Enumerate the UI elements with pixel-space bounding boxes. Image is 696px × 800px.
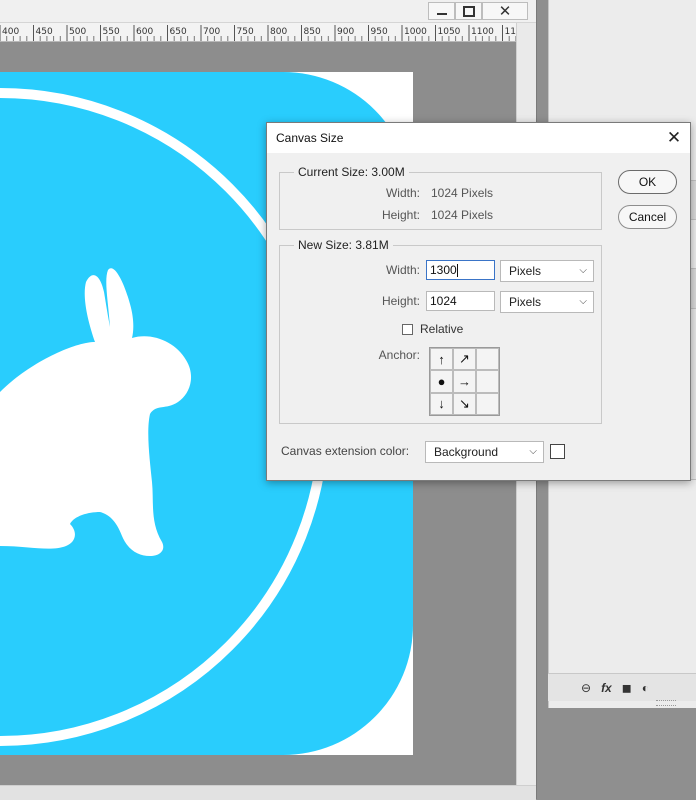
anchor-middle-left[interactable]: ●	[430, 370, 453, 393]
link-layers-icon[interactable]: ⊖	[581, 681, 591, 695]
height-input-value: 1024	[430, 294, 457, 308]
height-input[interactable]: 1024	[426, 291, 495, 311]
anchor-top-center[interactable]: ↗	[453, 348, 476, 371]
anchor-bottom-right[interactable]	[476, 392, 499, 415]
dialog-titlebar: Canvas Size ✕	[267, 123, 690, 153]
ruler-label: 800	[270, 27, 287, 37]
width-input-value: 1300	[430, 263, 457, 277]
chevron-down-icon: ⌵	[529, 446, 537, 457]
ruler-label: 400	[2, 27, 19, 37]
ruler-label: 600	[136, 27, 153, 37]
minimize-button[interactable]	[428, 2, 455, 20]
close-icon[interactable]: ✕	[663, 128, 685, 148]
horizontal-ruler[interactable]: 400 450 500 550 600 650 700 750 800 850 900 950 1000…	[0, 23, 516, 42]
anchor-label: Anchor:	[378, 348, 420, 362]
panel-resize-grip[interactable]	[656, 700, 676, 706]
ruler-label: 650	[170, 27, 187, 37]
height-unit-select[interactable]: Pixels ⌵	[500, 291, 594, 313]
layers-panel-footer: ⊖ fx ◼ ◐	[548, 673, 696, 701]
maximize-button[interactable]	[455, 2, 482, 20]
anchor-grid: ↑ ↗ ● → ↓ ↘	[429, 347, 500, 416]
ruler-label: 1150	[505, 27, 517, 37]
anchor-middle-center[interactable]: →	[453, 370, 476, 393]
ruler-label: 550	[103, 27, 120, 37]
ruler-label: 900	[337, 27, 354, 37]
ruler-label: 950	[371, 27, 388, 37]
fx-icon[interactable]: fx	[601, 681, 612, 695]
ruler-label: 750	[237, 27, 254, 37]
close-icon: ✕	[498, 2, 512, 20]
text-caret	[456, 264, 458, 278]
anchor-middle-right[interactable]	[476, 370, 499, 393]
ruler-label: 700	[203, 27, 220, 37]
width-input[interactable]: 1300	[426, 260, 495, 280]
adjustment-icon[interactable]: ◐	[642, 681, 649, 695]
anchor-bottom-center[interactable]: ↘	[453, 392, 476, 415]
current-size-group: Current Size: 3.00M Width: 1024 Pixels H…	[279, 165, 602, 230]
maximize-icon	[462, 5, 475, 17]
ruler-label: 1000	[404, 27, 427, 37]
mask-icon[interactable]: ◼	[622, 681, 632, 695]
anchor-top-left[interactable]: ↑	[430, 348, 453, 371]
height-unit-value: Pixels	[509, 295, 542, 309]
ruler-label: 500	[69, 27, 86, 37]
close-window-button[interactable]: ✕	[482, 2, 528, 20]
chevron-down-icon: ⌵	[579, 265, 587, 276]
ruler-label: 450	[36, 27, 53, 37]
current-width-label: Width:	[385, 186, 420, 200]
new-height-label: Height:	[381, 294, 420, 308]
extension-color-label: Canvas extension color:	[281, 444, 410, 458]
width-unit-select[interactable]: Pixels ⌵	[500, 260, 594, 282]
relative-checkbox[interactable]	[402, 324, 413, 335]
ok-button[interactable]: OK	[618, 170, 677, 194]
anchor-bottom-left[interactable]: ↓	[430, 392, 453, 415]
width-unit-value: Pixels	[509, 264, 542, 278]
canvas-size-dialog: Canvas Size ✕ Current Size: 3.00M Width:…	[266, 122, 691, 481]
anchor-top-right[interactable]	[476, 348, 499, 371]
relative-label: Relative	[420, 322, 464, 336]
dialog-title: Canvas Size	[276, 131, 344, 145]
minimize-icon	[436, 13, 447, 15]
current-width-value: 1024 Pixels	[431, 186, 494, 200]
horizontal-scrollbar[interactable]	[0, 785, 536, 800]
document-titlebar: ✕	[0, 0, 536, 23]
chevron-down-icon: ⌵	[579, 296, 587, 307]
extension-color-swatch[interactable]	[550, 444, 565, 459]
new-width-label: Width:	[385, 263, 420, 277]
current-height-value: 1024 Pixels	[431, 208, 494, 222]
ruler-ticks: 400 450 500 550 600 650 700 750 800 850 900 950 1000…	[0, 25, 517, 41]
ruler-label: 1050	[438, 27, 461, 37]
ruler-label: 850	[304, 27, 321, 37]
current-height-label: Height:	[381, 208, 420, 222]
current-size-title: Current Size: 3.00M	[294, 165, 409, 179]
new-size-title: New Size: 3.81M	[294, 238, 393, 252]
ruler-label: 1100	[471, 27, 494, 37]
extension-color-select[interactable]: Background ⌵	[425, 441, 544, 463]
cancel-button[interactable]: Cancel	[618, 205, 677, 229]
extension-color-value: Background	[434, 445, 499, 459]
